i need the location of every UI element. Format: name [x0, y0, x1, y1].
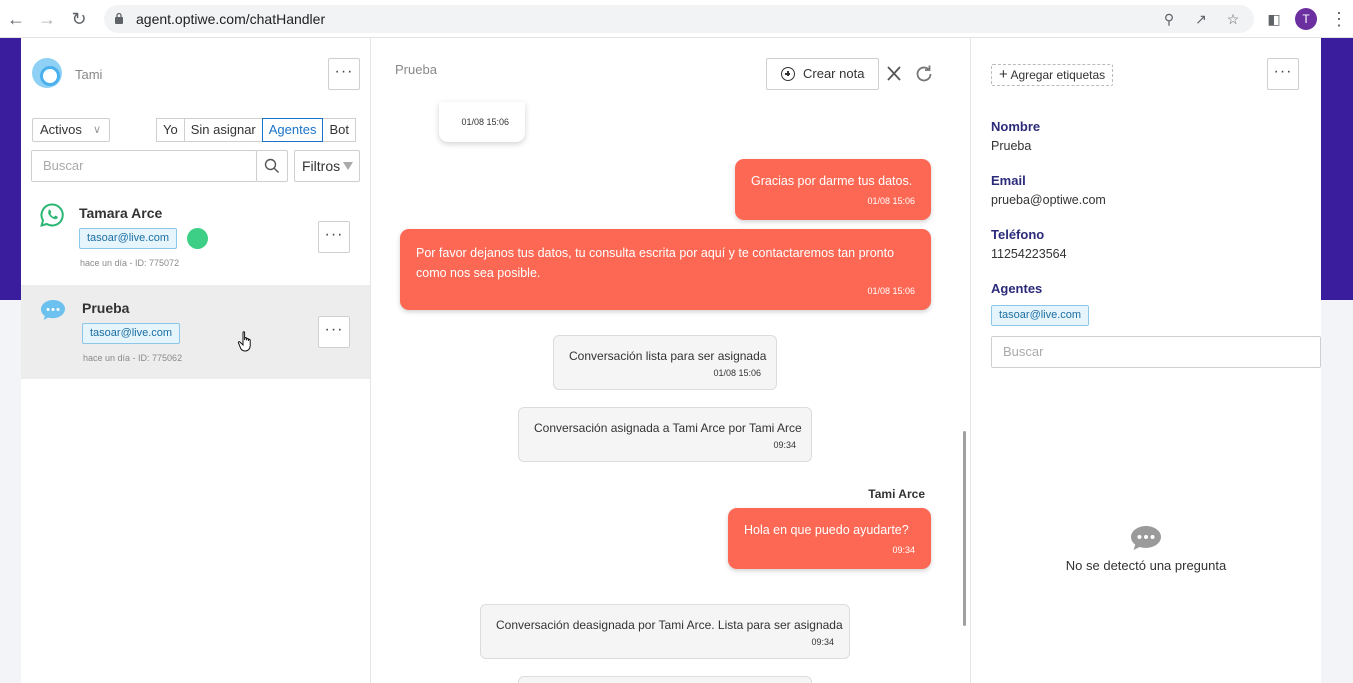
system-message: Conversación asignada a Tami Arce por Ta… — [518, 407, 812, 462]
message-text: Hola en que puedo ayudarte? — [744, 523, 909, 537]
agents-label: Agentes — [991, 281, 1043, 296]
message-time: 01/08 15:06 — [867, 286, 915, 296]
chat-title: Prueba — [395, 62, 437, 77]
name-label: Nombre — [991, 119, 1041, 134]
forward-arrow-icon[interactable]: → — [36, 8, 58, 30]
conversation-item[interactable]: Tamara Arce tasoar@live.com hace un día … — [21, 190, 370, 284]
no-question-text: No se detectó una pregunta — [1065, 558, 1227, 573]
assignment-filter-group: Yo Sin asignar Agentes Bot — [156, 118, 356, 142]
system-message: Conversación deasignada por Tami Arce. L… — [480, 604, 850, 659]
chat-bubble-icon — [1131, 526, 1161, 550]
plus-icon: + — [999, 66, 1008, 83]
url-text: agent.optiwe.com/chatHandler — [136, 11, 326, 27]
message-text: Conversación deasignada por Tami Arce. L… — [496, 618, 843, 632]
hand-cursor-icon — [237, 331, 251, 352]
side-panel-icon[interactable]: ◧ — [1263, 8, 1285, 30]
whatsapp-icon — [40, 203, 64, 227]
system-message: Conversación lista para ser asignada 01/… — [553, 335, 777, 390]
add-tags-label: Agregar etiquetas — [1010, 68, 1106, 82]
status-filter-value: Activos — [40, 122, 82, 137]
outgoing-message: Por favor dejanos tus datos, tu consulta… — [400, 229, 931, 310]
agent-tag: tasoar@live.com — [82, 323, 181, 344]
agent-search-input[interactable]: Buscar — [991, 336, 1321, 368]
conversation-menu-button[interactable]: ··· — [318, 316, 350, 348]
chevron-down-icon: ∨ — [92, 124, 101, 136]
star-icon[interactable]: ☆ — [1224, 11, 1242, 27]
contact-details-panel: + Agregar etiquetas ··· Nombre Prueba Em… — [971, 38, 1321, 683]
message-time: 01/08 15:06 — [461, 117, 509, 127]
outgoing-message: Gracias por darme tus datos. 01/08 15:06 — [735, 159, 931, 220]
reload-icon[interactable]: ↻ — [68, 8, 90, 30]
status-filter-select[interactable]: Activos ∨ — [32, 118, 110, 142]
add-tags-button[interactable]: + Agregar etiquetas — [991, 64, 1114, 86]
refresh-icon[interactable] — [914, 64, 934, 84]
close-icon[interactable] — [886, 64, 902, 82]
search-icon — [264, 158, 279, 173]
filters-label: Filtros — [302, 158, 341, 174]
create-note-button[interactable]: Crear nota — [766, 58, 879, 90]
message-time: 09:34 — [811, 637, 834, 647]
address-bar[interactable]: agent.optiwe.com/chatHandler ⚲ ↗ ☆ — [104, 5, 1254, 33]
conversation-menu-button[interactable]: ··· — [318, 221, 350, 253]
conversation-meta: hace un día - ID: 775072 — [80, 258, 180, 268]
lock-icon — [115, 12, 123, 24]
message-text: Conversación asignada a Tami Arce por Ta… — [534, 421, 802, 435]
message-text: Gracias por darme tus datos. — [751, 174, 913, 188]
message-sender: Tami Arce — [868, 487, 925, 501]
message-text: Por favor dejanos tus datos, tu consulta… — [416, 246, 895, 280]
funnel-icon — [343, 162, 353, 170]
message-time: 01/08 15:06 — [713, 368, 761, 378]
conversation-meta: hace un día - ID: 775062 — [83, 353, 183, 363]
name-value: Prueba — [991, 139, 1032, 153]
phone-value: 11254223564 — [991, 247, 1067, 261]
app-container: Tami ··· Activos ∨ Yo Sin asignar Agente… — [21, 38, 1321, 683]
message-time: 09:34 — [892, 545, 915, 555]
profile-avatar[interactable]: T — [1295, 8, 1317, 30]
webchat-icon — [41, 300, 65, 320]
search-button[interactable] — [256, 150, 288, 182]
create-note-label: Crear nota — [803, 66, 865, 81]
conversation-search-input[interactable]: Buscar — [31, 150, 257, 182]
email-value: prueba@optiwe.com — [991, 193, 1106, 207]
conversation-name: Tamara Arce — [79, 205, 163, 221]
outgoing-message: Hola en que puedo ayudarte? 09:34 — [728, 508, 931, 569]
online-status-dot — [187, 228, 208, 249]
browser-toolbar: ← → ↻ agent.optiwe.com/chatHandler ⚲ ↗ ☆… — [0, 0, 1353, 38]
message-text: Conversación lista para ser asignada — [569, 349, 767, 363]
back-arrow-icon[interactable]: ← — [5, 8, 27, 30]
filter-bot[interactable]: Bot — [322, 118, 356, 142]
sidebar-menu-button[interactable]: ··· — [328, 58, 360, 90]
chat-scrollbar[interactable] — [963, 431, 966, 626]
conversation-sidebar: Tami ··· Activos ∨ Yo Sin asignar Agente… — [21, 38, 371, 683]
agent-name: Tami — [75, 67, 103, 82]
key-icon[interactable]: ⚲ — [1160, 11, 1178, 27]
filters-button[interactable]: Filtros — [294, 150, 360, 182]
incoming-message: 01/08 15:06 — [439, 102, 525, 142]
filter-agentes[interactable]: Agentes — [261, 118, 324, 142]
browser-menu-icon[interactable]: ⋮ — [1330, 8, 1348, 30]
agent-tag: tasoar@live.com — [79, 228, 178, 249]
message-time: 09:34 — [773, 440, 796, 450]
details-menu-button[interactable]: ··· — [1267, 58, 1299, 90]
system-message — [518, 676, 812, 683]
chat-panel: Prueba Crear nota 01/08 15:06 Gracias po… — [371, 38, 971, 683]
phone-label: Teléfono — [991, 227, 1045, 242]
filter-yo[interactable]: Yo — [156, 118, 185, 142]
optiwe-logo-icon — [32, 58, 62, 88]
conversation-item[interactable]: Prueba tasoar@live.com hace un día - ID:… — [21, 285, 370, 379]
filter-sin-asignar[interactable]: Sin asignar — [183, 118, 263, 142]
agent-tag[interactable]: tasoar@live.com — [991, 305, 1090, 326]
email-label: Email — [991, 173, 1026, 188]
plus-circle-icon — [781, 67, 795, 81]
share-icon[interactable]: ↗ — [1192, 11, 1210, 27]
message-time: 01/08 15:06 — [867, 196, 915, 206]
conversation-name: Prueba — [82, 300, 130, 316]
